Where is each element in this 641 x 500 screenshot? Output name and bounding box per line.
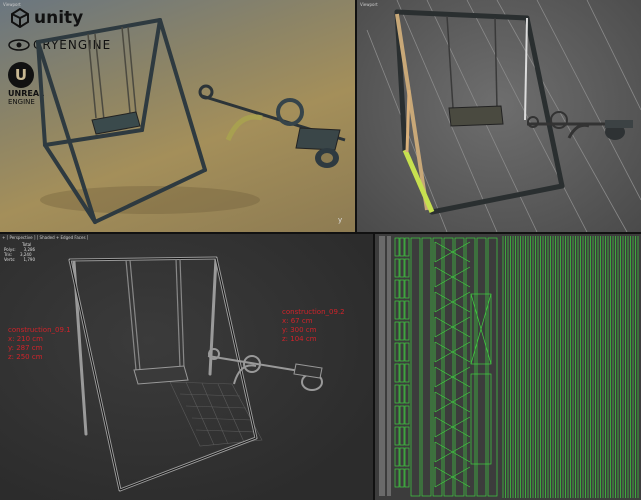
swing-render-illustration <box>36 18 346 224</box>
annotation-z: z: 250 cm <box>8 353 43 361</box>
perspective-wireframe-viewport[interactable]: + [ Perspective ] [ Shaded + Edged Faces… <box>0 234 373 500</box>
uv-editor-viewport[interactable] <box>375 234 641 500</box>
annotation-y: y: 300 cm <box>282 326 317 334</box>
annotation-y: y: 287 cm <box>8 344 43 352</box>
uv-layout-illustration <box>375 234 641 500</box>
annotation-z: z: 104 cm <box>282 335 317 343</box>
dimension-annotation: construction_09.2 x: 67 cm y: 300 cm z: … <box>282 308 345 344</box>
annotation-x: x: 210 cm <box>8 335 43 343</box>
axis-gizmo-label: y <box>338 216 343 224</box>
annotation-name: construction_09.2 <box>282 308 345 316</box>
annotation-x: x: 67 cm <box>282 317 313 325</box>
swing-textured-illustration <box>366 0 641 232</box>
annotation-name: construction_09.1 <box>8 326 71 334</box>
dimension-annotation: construction_09.1 x: 210 cm y: 287 cm z:… <box>8 326 71 362</box>
texture-viewport[interactable]: Viewport <box>357 0 641 232</box>
render-viewport[interactable]: Viewport unity CRYENGINE U UNREAL ENGINE <box>0 0 355 232</box>
swing-wireframe-illustration <box>68 256 323 492</box>
